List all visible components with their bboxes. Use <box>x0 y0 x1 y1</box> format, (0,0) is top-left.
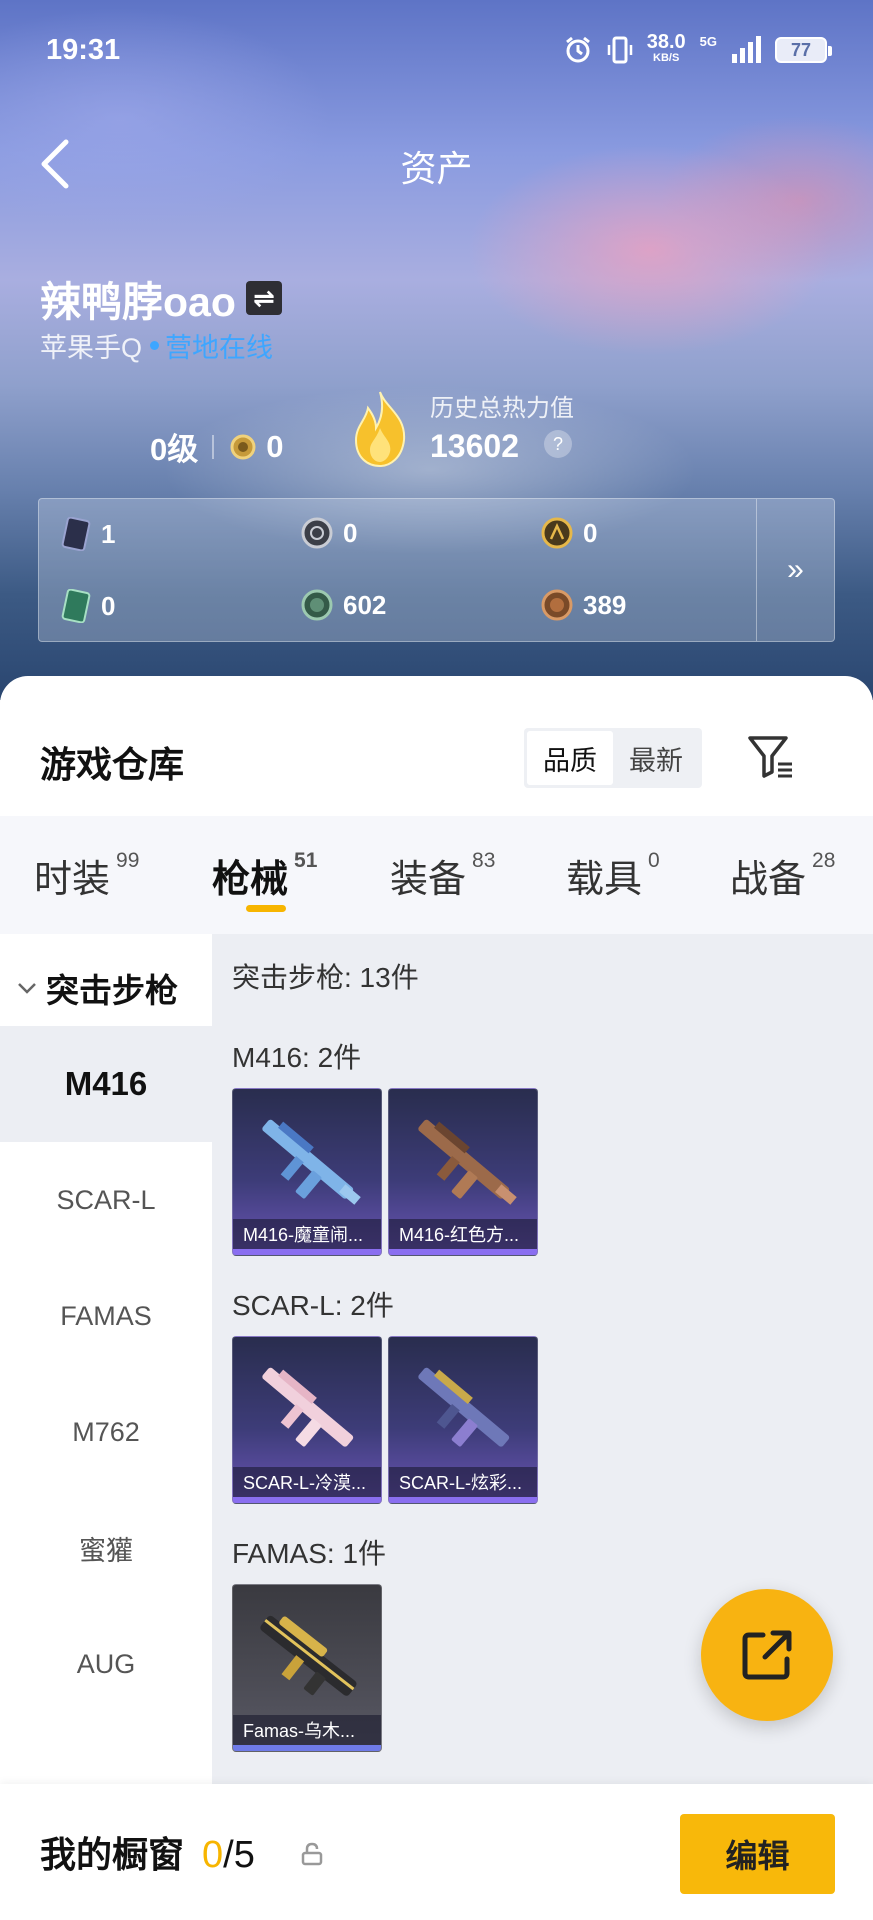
weapon-card-label: SCAR-L-炫彩... <box>389 1467 537 1497</box>
scar-l-skin-image <box>262 1367 354 1447</box>
m416-skin-image <box>418 1119 517 1205</box>
category-tabs: 时装 99 枪械 51 装备 83 载具 0 战备 28 <box>0 816 873 934</box>
share-icon <box>742 1630 792 1680</box>
currency-item: 0 <box>61 589 115 623</box>
green-card-icon <box>61 589 91 623</box>
warehouse-sheet: 游戏仓库 品质 最新 时装 99 枪械 51 装备 83 载具 0 战备 28 突击步枪 … <box>0 676 873 1920</box>
sort-latest-button[interactable]: 最新 <box>613 731 699 785</box>
rank-badge-icon <box>230 434 256 459</box>
level-info: 0级 0 <box>150 424 284 469</box>
showcase-title: 我的橱窗 <box>40 1834 185 1875</box>
currency-panel: 1 0 0 0 602 389 » <box>38 498 835 642</box>
showcase-count: 0/5 <box>202 1834 255 1876</box>
weapon-card-label: SCAR-L-冷漠... <box>233 1467 381 1497</box>
username-row: 辣鸭脖oao ⇌ <box>40 268 282 328</box>
level-divider <box>212 434 215 459</box>
help-icon[interactable]: ? <box>544 430 572 458</box>
badge-count: 0 <box>266 428 284 464</box>
sort-toggle: 品质 最新 <box>524 728 702 788</box>
green-coin-icon <box>301 589 333 621</box>
group-title: M416: 2件 <box>232 1042 362 1073</box>
weapon-sidebar: 突击步枪 M416 SCAR-L FAMAS M762 蜜獾 AUG <box>0 934 212 1784</box>
net-speed: 38.0 KB/S <box>646 31 686 64</box>
group-title: SCAR-L: 2件 <box>232 1290 394 1321</box>
filter-icon[interactable] <box>746 732 796 782</box>
weapon-card[interactable]: Famas-乌木... <box>232 1584 382 1752</box>
gold-token-icon <box>541 517 573 549</box>
signal-icon <box>732 36 761 63</box>
account-info: 苹果手Q 营地在线 <box>40 326 273 365</box>
active-tab-indicator <box>246 905 286 912</box>
currency-item: 0 <box>301 517 357 549</box>
flame-icon <box>354 391 406 468</box>
signal-5g-label: 5G <box>699 34 717 49</box>
currency-more-button[interactable]: » <box>756 499 834 641</box>
silver-coin-icon <box>301 517 333 549</box>
username: 辣鸭脖oao <box>40 279 236 325</box>
warehouse-title: 游戏仓库 <box>40 744 185 785</box>
currency-item: 389 <box>541 589 626 621</box>
sidebar-item-m762[interactable]: M762 <box>0 1374 212 1490</box>
sidebar-item-famas[interactable]: FAMAS <box>0 1258 212 1374</box>
category-header[interactable]: 突击步枪 <box>16 964 178 1012</box>
weapon-card[interactable]: M416-魔童闹... <box>232 1088 382 1256</box>
chevron-down-icon <box>18 983 36 994</box>
status-icons: 38.0 KB/S 5G 77 <box>563 31 832 66</box>
sidebar-item-scar-l[interactable]: SCAR-L <box>0 1142 212 1258</box>
category-summary: 突击步枪: 13件 <box>232 962 419 993</box>
ticket-icon <box>61 517 91 551</box>
share-button[interactable] <box>701 1589 833 1721</box>
weapon-card-label: M416-红色方... <box>389 1219 537 1249</box>
sort-quality-button[interactable]: 品质 <box>527 731 613 785</box>
tab-fashion[interactable]: 时装 99 <box>34 816 139 934</box>
rarity-bar <box>233 1745 381 1751</box>
showcase-bar: 我的橱窗 0/5 编辑 <box>0 1784 873 1920</box>
rarity-bar <box>233 1497 381 1503</box>
online-status: 营地在线 <box>165 333 274 363</box>
platform-label: 苹果手Q <box>40 333 143 363</box>
level-label: 0级 <box>150 432 199 467</box>
weapon-card-label: M416-魔童闹... <box>233 1219 381 1249</box>
rarity-bar <box>233 1249 381 1255</box>
edit-button[interactable]: 编辑 <box>680 1814 835 1894</box>
sidebar-item-m416[interactable]: M416 <box>0 1026 212 1142</box>
switch-account-icon[interactable]: ⇌ <box>245 281 282 315</box>
alarm-icon <box>565 36 590 63</box>
tab-supplies[interactable]: 战备 28 <box>730 816 835 934</box>
weapon-card[interactable]: M416-红色方... <box>388 1088 538 1256</box>
weapon-card-label: Famas-乌木... <box>233 1715 381 1745</box>
vibrate-icon <box>607 36 632 64</box>
weapon-card[interactable]: SCAR-L-冷漠... <box>232 1336 382 1504</box>
group-title: FAMAS: 1件 <box>232 1538 387 1569</box>
currency-item: 1 <box>61 517 115 551</box>
online-dot <box>150 341 160 350</box>
weapon-card[interactable]: SCAR-L-炫彩... <box>388 1336 538 1504</box>
famas-skin-image <box>260 1615 357 1696</box>
status-time: 19:31 <box>46 33 121 66</box>
heat-value: 13602 <box>430 428 519 464</box>
showcase-title-row: 我的橱窗 0/5 <box>40 1826 255 1878</box>
rarity-bar <box>389 1497 537 1503</box>
tab-vehicles[interactable]: 载具 0 <box>566 816 660 934</box>
scar-l-skin-image <box>418 1367 510 1447</box>
currency-item: 602 <box>301 589 386 621</box>
tab-weapons[interactable]: 枪械 51 <box>212 816 317 934</box>
status-bar: 19:31 38.0 KB/S 5G 77 <box>46 30 832 70</box>
sidebar-item-aug[interactable]: AUG <box>0 1606 212 1722</box>
currency-item: 0 <box>541 517 597 549</box>
tab-equipment[interactable]: 装备 83 <box>390 816 495 934</box>
sidebar-item-honey-badger[interactable]: 蜜獾 <box>0 1490 212 1606</box>
rarity-bar <box>389 1249 537 1255</box>
lock-icon <box>301 1842 323 1866</box>
profile-header-background: 19:31 38.0 KB/S 5G 77 资产 辣鸭脖oao ⇌ 苹果手Q 营… <box>0 0 873 700</box>
bronze-coin-icon <box>541 589 573 621</box>
m416-skin-image <box>262 1119 361 1205</box>
heat-label: 历史总热力值 <box>430 395 574 422</box>
battery-icon: 77 <box>775 37 832 63</box>
page-title: 资产 <box>400 148 473 189</box>
